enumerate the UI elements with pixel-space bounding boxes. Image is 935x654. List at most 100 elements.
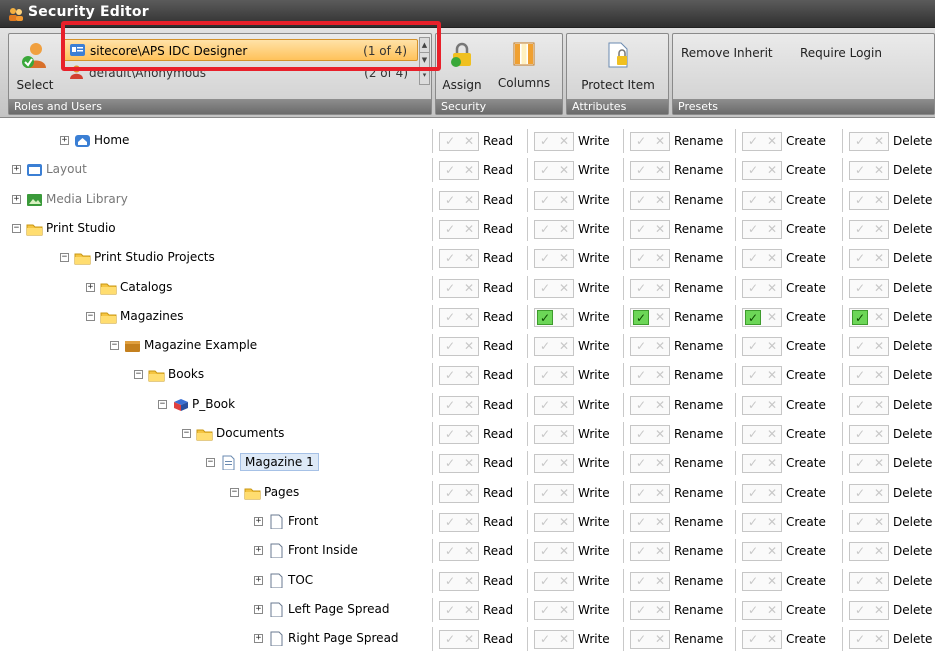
permission-toggle[interactable]: ✓ ✕ xyxy=(742,630,782,650)
tree-node-label[interactable]: Books xyxy=(168,367,204,381)
allow-icon[interactable]: ✓ xyxy=(745,544,761,559)
allow-icon[interactable]: ✓ xyxy=(745,281,761,296)
permission-toggle[interactable]: ✓ ✕ xyxy=(849,190,889,210)
permission-toggle[interactable]: ✓ ✕ xyxy=(439,630,479,650)
permission-toggle[interactable]: ✓ ✕ xyxy=(630,337,670,357)
deny-icon[interactable]: ✕ xyxy=(872,632,886,647)
collapse-icon[interactable]: − xyxy=(134,370,143,380)
permission-toggle[interactable]: ✓ ✕ xyxy=(849,483,889,503)
roles-scrollbar[interactable]: ▲ ▼ ▾ xyxy=(419,37,430,85)
permission-toggle[interactable]: ✓ ✕ xyxy=(742,512,782,532)
deny-icon[interactable]: ✕ xyxy=(765,632,779,647)
permission-toggle[interactable]: ✓ ✕ xyxy=(742,307,782,327)
deny-icon[interactable]: ✕ xyxy=(872,163,886,178)
permission-toggle[interactable]: ✓ ✕ xyxy=(439,425,479,444)
deny-icon[interactable]: ✕ xyxy=(557,310,571,325)
deny-icon[interactable]: ✕ xyxy=(557,134,571,149)
permission-toggle[interactable]: ✓ ✕ xyxy=(742,571,782,591)
deny-icon[interactable]: ✕ xyxy=(462,632,476,647)
deny-icon[interactable]: ✕ xyxy=(462,281,476,296)
allow-icon[interactable]: ✓ xyxy=(852,398,868,413)
deny-icon[interactable]: ✕ xyxy=(462,427,476,442)
permission-toggle[interactable]: ✓ ✕ xyxy=(849,132,889,151)
deny-icon[interactable]: ✕ xyxy=(557,251,571,266)
expand-icon[interactable]: + xyxy=(60,136,69,145)
deny-icon[interactable]: ✕ xyxy=(765,544,779,559)
deny-icon[interactable]: ✕ xyxy=(557,632,571,647)
allow-icon[interactable]: ✓ xyxy=(852,544,868,559)
allow-icon[interactable]: ✓ xyxy=(442,515,458,530)
allow-icon[interactable]: ✓ xyxy=(537,398,553,413)
expand-icon[interactable]: + xyxy=(254,634,263,644)
allow-icon[interactable]: ✓ xyxy=(537,632,553,647)
permission-toggle[interactable]: ✓ ✕ xyxy=(742,190,782,210)
expand-icon[interactable]: + xyxy=(254,604,263,614)
deny-icon[interactable]: ✕ xyxy=(765,456,779,471)
deny-icon[interactable]: ✕ xyxy=(557,544,571,559)
permission-toggle[interactable]: ✓ ✕ xyxy=(439,542,479,562)
allow-icon[interactable]: ✓ xyxy=(442,193,458,208)
allow-icon[interactable]: ✓ xyxy=(852,368,868,383)
deny-icon[interactable]: ✕ xyxy=(765,398,779,413)
expand-icon[interactable]: + xyxy=(86,282,95,292)
permission-toggle[interactable]: ✓ ✕ xyxy=(534,425,574,444)
permission-toggle[interactable]: ✓ ✕ xyxy=(849,425,889,444)
deny-icon[interactable]: ✕ xyxy=(462,398,476,413)
collapse-icon[interactable]: − xyxy=(182,429,191,438)
deny-icon[interactable]: ✕ xyxy=(462,515,476,530)
permission-toggle[interactable]: ✓ ✕ xyxy=(742,249,782,269)
tree-node-label[interactable]: Magazine 1 xyxy=(240,453,319,472)
permission-toggle[interactable]: ✓ ✕ xyxy=(534,600,574,620)
tree-node-label[interactable]: Right Page Spread xyxy=(288,631,399,645)
allow-icon[interactable]: ✓ xyxy=(537,193,553,208)
deny-icon[interactable]: ✕ xyxy=(872,574,886,589)
allow-icon[interactable]: ✓ xyxy=(537,486,553,501)
permission-toggle[interactable]: ✓ ✕ xyxy=(849,219,889,239)
tree-node-label[interactable]: Print Studio xyxy=(46,221,116,235)
permission-toggle[interactable]: ✓ ✕ xyxy=(439,278,479,298)
allow-icon[interactable]: ✓ xyxy=(537,339,553,354)
allow-checked-icon[interactable]: ✓ xyxy=(537,309,553,325)
allow-icon[interactable]: ✓ xyxy=(537,163,553,178)
deny-icon[interactable]: ✕ xyxy=(765,427,779,442)
expand-icon[interactable]: + xyxy=(254,546,263,556)
permission-toggle[interactable]: ✓ ✕ xyxy=(849,161,889,181)
role-item-selected[interactable]: sitecore\APS IDC Designer (1 of 4) xyxy=(63,39,418,61)
deny-icon[interactable]: ✕ xyxy=(872,134,886,149)
allow-checked-icon[interactable]: ✓ xyxy=(633,309,649,325)
deny-icon[interactable]: ✕ xyxy=(653,163,667,178)
permission-toggle[interactable]: ✓ ✕ xyxy=(534,483,574,503)
deny-icon[interactable]: ✕ xyxy=(765,222,779,237)
deny-icon[interactable]: ✕ xyxy=(462,222,476,237)
permission-toggle[interactable]: ✓ ✕ xyxy=(742,483,782,503)
allow-icon[interactable]: ✓ xyxy=(633,456,649,471)
allow-icon[interactable]: ✓ xyxy=(745,603,761,618)
allow-icon[interactable]: ✓ xyxy=(852,163,868,178)
permission-toggle[interactable]: ✓ ✕ xyxy=(534,278,574,298)
permission-toggle[interactable]: ✓ ✕ xyxy=(439,571,479,591)
tree-node-label[interactable]: Media Library xyxy=(46,192,128,206)
allow-icon[interactable]: ✓ xyxy=(852,574,868,589)
tree-node-label[interactable]: TOC xyxy=(288,573,313,587)
deny-icon[interactable]: ✕ xyxy=(557,339,571,354)
allow-icon[interactable]: ✓ xyxy=(537,281,553,296)
tree-node-label[interactable]: Magazines xyxy=(120,309,184,323)
permission-toggle[interactable]: ✓ ✕ xyxy=(849,571,889,591)
deny-icon[interactable]: ✕ xyxy=(765,134,779,149)
permission-toggle[interactable]: ✓ ✕ xyxy=(742,161,782,181)
permission-toggle[interactable]: ✓ ✕ xyxy=(742,366,782,386)
permission-toggle[interactable]: ✓ ✕ xyxy=(534,571,574,591)
deny-icon[interactable]: ✕ xyxy=(462,486,476,501)
allow-icon[interactable]: ✓ xyxy=(745,339,761,354)
deny-icon[interactable]: ✕ xyxy=(557,193,571,208)
deny-icon[interactable]: ✕ xyxy=(462,339,476,354)
allow-icon[interactable]: ✓ xyxy=(537,574,553,589)
allow-icon[interactable]: ✓ xyxy=(852,456,868,471)
allow-icon[interactable]: ✓ xyxy=(442,368,458,383)
allow-icon[interactable]: ✓ xyxy=(633,368,649,383)
allow-icon[interactable]: ✓ xyxy=(745,193,761,208)
permission-toggle[interactable]: ✓ ✕ xyxy=(849,278,889,298)
allow-icon[interactable]: ✓ xyxy=(442,632,458,647)
deny-icon[interactable]: ✕ xyxy=(462,193,476,208)
permission-toggle[interactable]: ✓ ✕ xyxy=(439,219,479,239)
